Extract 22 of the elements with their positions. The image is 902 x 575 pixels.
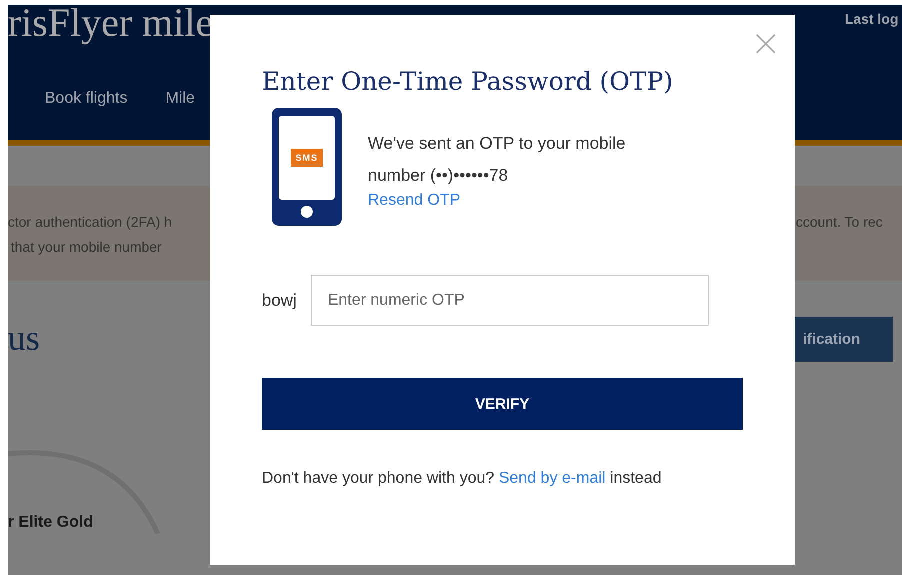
footer-text: Don't have your phone with you? Send by e-mail instead	[262, 470, 663, 488]
verify-button[interactable]: VERIFY	[262, 378, 743, 430]
notice-text: that your mobile number	[10, 238, 163, 257]
sms-bubble: SMS	[290, 149, 324, 167]
field-label: bowj	[262, 290, 297, 310]
notice-text: ccount. To rec	[796, 213, 884, 232]
last-login-text: Last log	[845, 11, 899, 27]
resend-link[interactable]: Resend OTP	[368, 192, 460, 210]
email-link[interactable]: Send by e-mail	[498, 470, 606, 487]
home-button-icon	[301, 206, 313, 218]
site-title: risFlyer mile	[8, 0, 210, 46]
message-text: We've sent an OTP to your mobile	[368, 133, 626, 155]
nav-link[interactable]: Mile	[166, 90, 196, 108]
notice-text: ctor authentication (2FA) h	[8, 213, 174, 232]
tier-label: r Elite Gold	[8, 514, 94, 532]
section-heading: us	[8, 317, 42, 359]
verification-button[interactable]: ification	[795, 317, 893, 362]
dialog-title: Enter One-Time Password (OTP)	[262, 67, 674, 96]
message-text: number (••)••••••78	[368, 165, 510, 187]
otp-input-field[interactable]: Enter numeric OTP	[310, 275, 709, 326]
close-icon[interactable]	[756, 34, 776, 54]
nav-link[interactable]: Book flights	[45, 90, 128, 108]
